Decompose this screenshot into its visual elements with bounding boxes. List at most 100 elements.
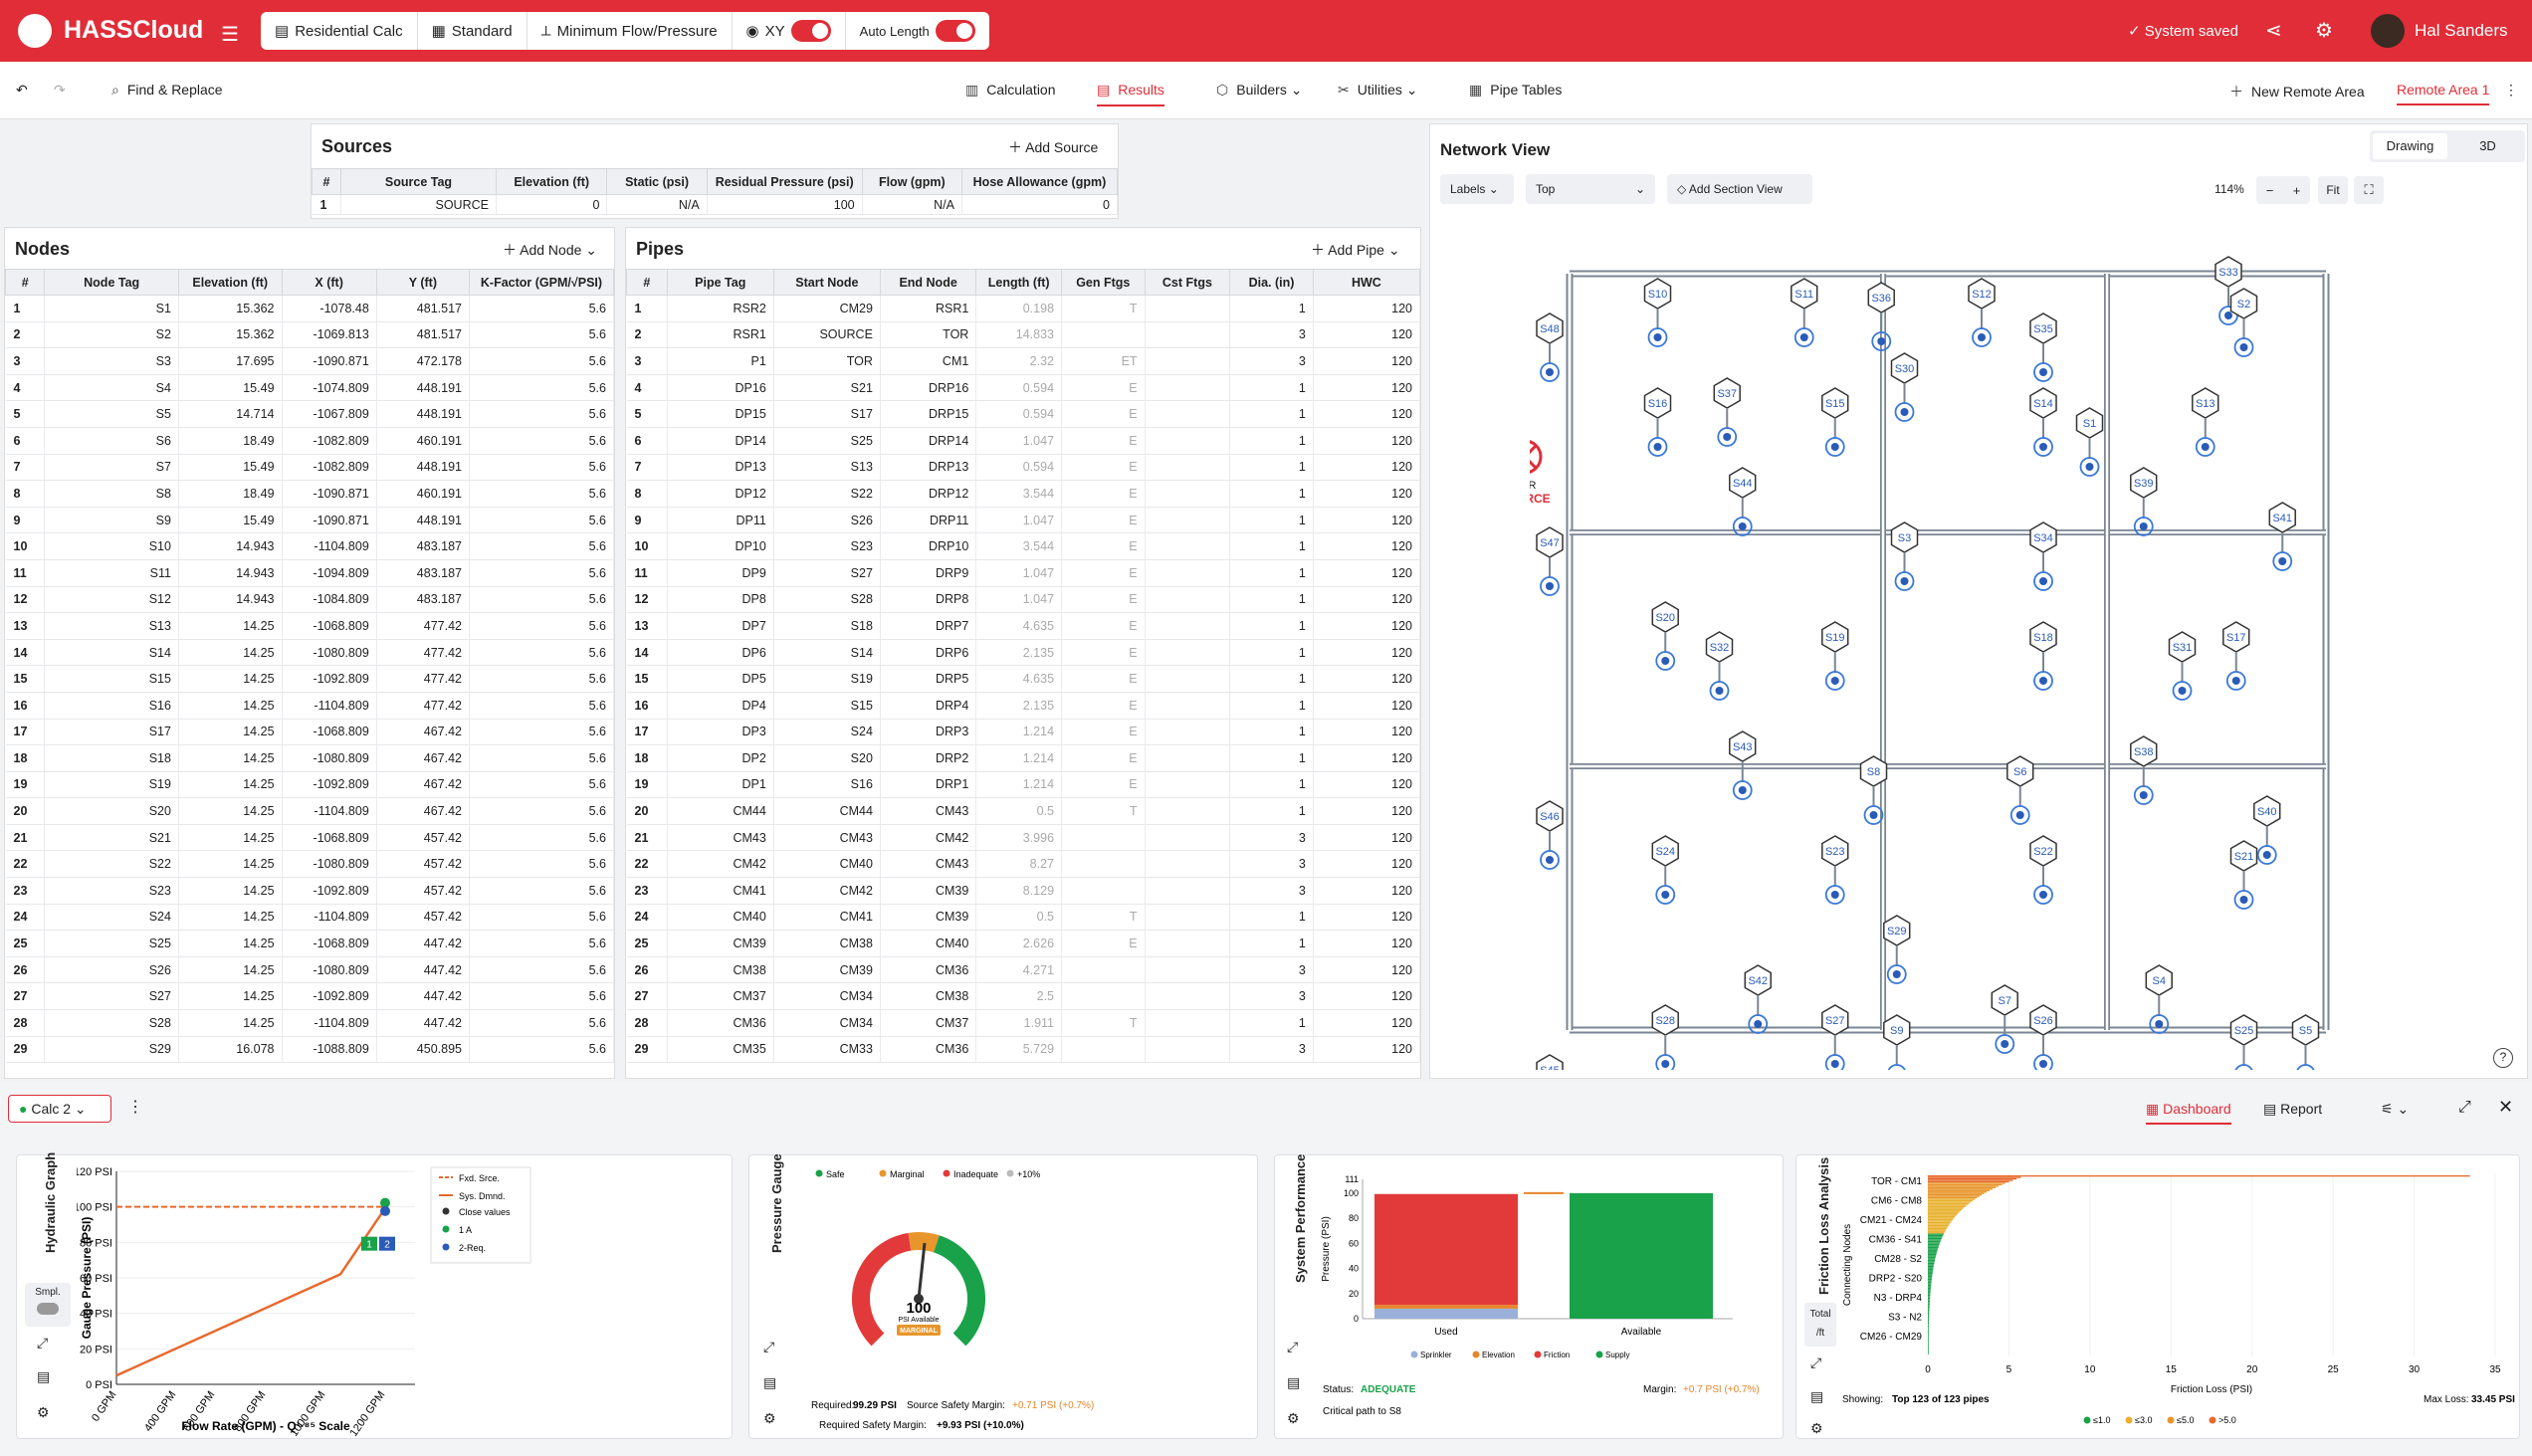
table-cell[interactable]: 28 xyxy=(626,1009,668,1037)
table-cell[interactable]: S9 xyxy=(44,507,179,534)
table-cell[interactable] xyxy=(1145,480,1231,508)
table-cell[interactable]: CM43 xyxy=(880,797,977,825)
settings-icon[interactable]: ⚙ xyxy=(2315,18,2333,43)
table-cell[interactable]: 1 xyxy=(1229,559,1314,587)
friction-bar[interactable] xyxy=(1928,1335,1929,1338)
table-cell[interactable]: -1104.809 xyxy=(282,532,377,560)
table-cell[interactable]: 3 xyxy=(1229,956,1314,984)
table-cell[interactable]: 3 xyxy=(1229,824,1314,852)
table-cell[interactable]: CM36 xyxy=(880,1036,977,1064)
friction-bar[interactable] xyxy=(1928,1220,1952,1222)
friction-bar[interactable] xyxy=(1928,1295,1931,1297)
table-cell[interactable]: 15.49 xyxy=(178,454,283,482)
table-cell[interactable]: 1 xyxy=(1229,612,1314,640)
help-icon[interactable]: ? xyxy=(2493,1048,2513,1068)
table-cell[interactable]: 29 xyxy=(5,1036,46,1064)
table-cell[interactable]: 5.6 xyxy=(469,771,614,799)
table-cell[interactable]: S15 xyxy=(44,665,179,693)
table-row[interactable]: 2 RSR1 SOURCE TOR 14.833 3 120 xyxy=(626,321,1420,349)
column-header[interactable]: End Node xyxy=(879,269,977,296)
table-cell[interactable]: 1 xyxy=(1229,427,1314,455)
table-cell[interactable]: 483.187 xyxy=(376,559,470,587)
table-row[interactable]: 13 DP7 S18 DRP7 4.635 E 1 120 xyxy=(626,612,1420,640)
table-cell[interactable]: 14.25 xyxy=(178,692,283,720)
table-cell[interactable]: 120 xyxy=(1313,982,1420,1011)
table-cell[interactable]: 1 xyxy=(1229,771,1314,799)
table-cell[interactable]: 14.25 xyxy=(178,956,283,984)
friction-bar[interactable] xyxy=(1928,1347,1929,1349)
tab-drawing[interactable]: Drawing xyxy=(2373,133,2447,159)
friction-bar[interactable] xyxy=(1928,1192,1985,1194)
table-cell[interactable]: -1084.809 xyxy=(282,586,377,614)
table-cell[interactable]: 1 xyxy=(1229,454,1314,482)
xy-switch[interactable] xyxy=(790,20,831,42)
table-cell[interactable]: 2 xyxy=(626,321,668,349)
table-cell[interactable]: 14.25 xyxy=(178,930,283,957)
table-cell[interactable]: 448.191 xyxy=(376,374,470,402)
table-cell[interactable]: 5.6 xyxy=(469,612,614,640)
table-row[interactable]: 4 DP16 S21 DRP16 0.594 E 1 120 xyxy=(626,374,1420,402)
table-cell[interactable]: 29 xyxy=(626,1036,668,1064)
table-cell[interactable]: S14 xyxy=(44,639,179,667)
table-cell[interactable]: DP5 xyxy=(667,665,774,693)
settings-icon[interactable]: ⚙ xyxy=(37,1404,50,1421)
table-cell[interactable]: -1080.809 xyxy=(282,639,377,667)
sprinkler-s18[interactable]: S18 xyxy=(2029,621,2057,691)
sprinkler-s10[interactable]: S10 xyxy=(1643,278,1672,347)
redo-icon[interactable]: ↷ xyxy=(54,82,66,99)
table-cell[interactable]: 460.191 xyxy=(376,427,470,455)
table-cell[interactable]: S27 xyxy=(44,982,179,1011)
table-cell[interactable]: CM36 xyxy=(880,956,977,984)
friction-bar[interactable] xyxy=(1928,1293,1931,1295)
table-cell[interactable]: T xyxy=(1061,295,1146,322)
table-cell[interactable]: 21 xyxy=(626,824,668,852)
table-cell[interactable]: 6 xyxy=(5,427,46,455)
table-cell[interactable]: 4 xyxy=(5,374,46,402)
column-header[interactable]: Y (ft) xyxy=(375,269,470,296)
friction-bar[interactable] xyxy=(1928,1286,1932,1288)
table-cell[interactable]: 1 xyxy=(1229,639,1314,667)
table-cell[interactable]: 460.191 xyxy=(376,480,470,508)
table-row[interactable]: 10 S10 14.943 -1104.809 483.187 5.6 xyxy=(5,532,614,560)
table-cell[interactable]: RSR1 xyxy=(667,321,774,349)
sprinkler-s11[interactable]: S11 xyxy=(1791,278,1818,347)
column-header[interactable]: # xyxy=(626,269,668,296)
expand-icon[interactable]: ⤢ xyxy=(763,1339,774,1355)
friction-bar[interactable] xyxy=(1928,1204,1968,1206)
table-cell[interactable]: 15 xyxy=(626,665,668,693)
table-cell[interactable]: S24 xyxy=(44,904,179,932)
table-cell[interactable]: 15 xyxy=(5,665,46,693)
table-cell[interactable]: 14.25 xyxy=(178,797,283,825)
table-cell[interactable]: 450.895 xyxy=(376,1036,470,1064)
table-cell[interactable]: CM33 xyxy=(773,1036,881,1064)
table-row[interactable]: 15 DP5 S19 DRP5 4.635 E 1 120 xyxy=(626,665,1420,693)
table-cell[interactable]: DP9 xyxy=(667,559,774,587)
friction-bar[interactable] xyxy=(1928,1309,1930,1311)
table-cell[interactable]: CM39 xyxy=(773,956,881,984)
friction-bar[interactable] xyxy=(1928,1251,1938,1253)
table-cell[interactable]: 16 xyxy=(5,692,46,720)
table-cell[interactable]: 5.6 xyxy=(469,797,614,825)
friction-bar[interactable] xyxy=(1928,1261,1935,1263)
friction-bar[interactable] xyxy=(1928,1196,1978,1199)
table-cell[interactable]: T xyxy=(1061,797,1146,825)
table-cell[interactable]: 5.6 xyxy=(469,586,614,614)
table-cell[interactable]: 120 xyxy=(1313,771,1420,799)
menu-icon[interactable]: ☰ xyxy=(221,22,239,47)
table-cell[interactable]: -1068.809 xyxy=(282,930,377,957)
table-cell[interactable] xyxy=(1145,454,1231,482)
friction-bar[interactable] xyxy=(1928,1305,1930,1307)
column-header[interactable]: Hose Allowance (gpm) xyxy=(960,168,1119,195)
table-cell[interactable]: 14.25 xyxy=(178,877,283,905)
table-cell[interactable]: 14.25 xyxy=(178,639,283,667)
table-cell[interactable]: -1082.809 xyxy=(282,427,377,455)
settings-icon[interactable]: ⚙ xyxy=(763,1410,776,1427)
table-row[interactable]: 1 SOURCE 0 N/A 100 N/A 0 xyxy=(312,194,1119,215)
table-cell[interactable]: S23 xyxy=(773,532,881,560)
table-row[interactable]: 20 S20 14.25 -1104.809 467.42 5.6 xyxy=(5,797,614,825)
table-cell[interactable]: 5.6 xyxy=(469,904,614,932)
table-cell[interactable]: 1.214 xyxy=(975,771,1063,799)
friction-bar[interactable] xyxy=(1928,1325,1929,1328)
sample-toggle[interactable]: Smpl. xyxy=(25,1283,71,1327)
table-cell[interactable]: S18 xyxy=(773,612,881,640)
